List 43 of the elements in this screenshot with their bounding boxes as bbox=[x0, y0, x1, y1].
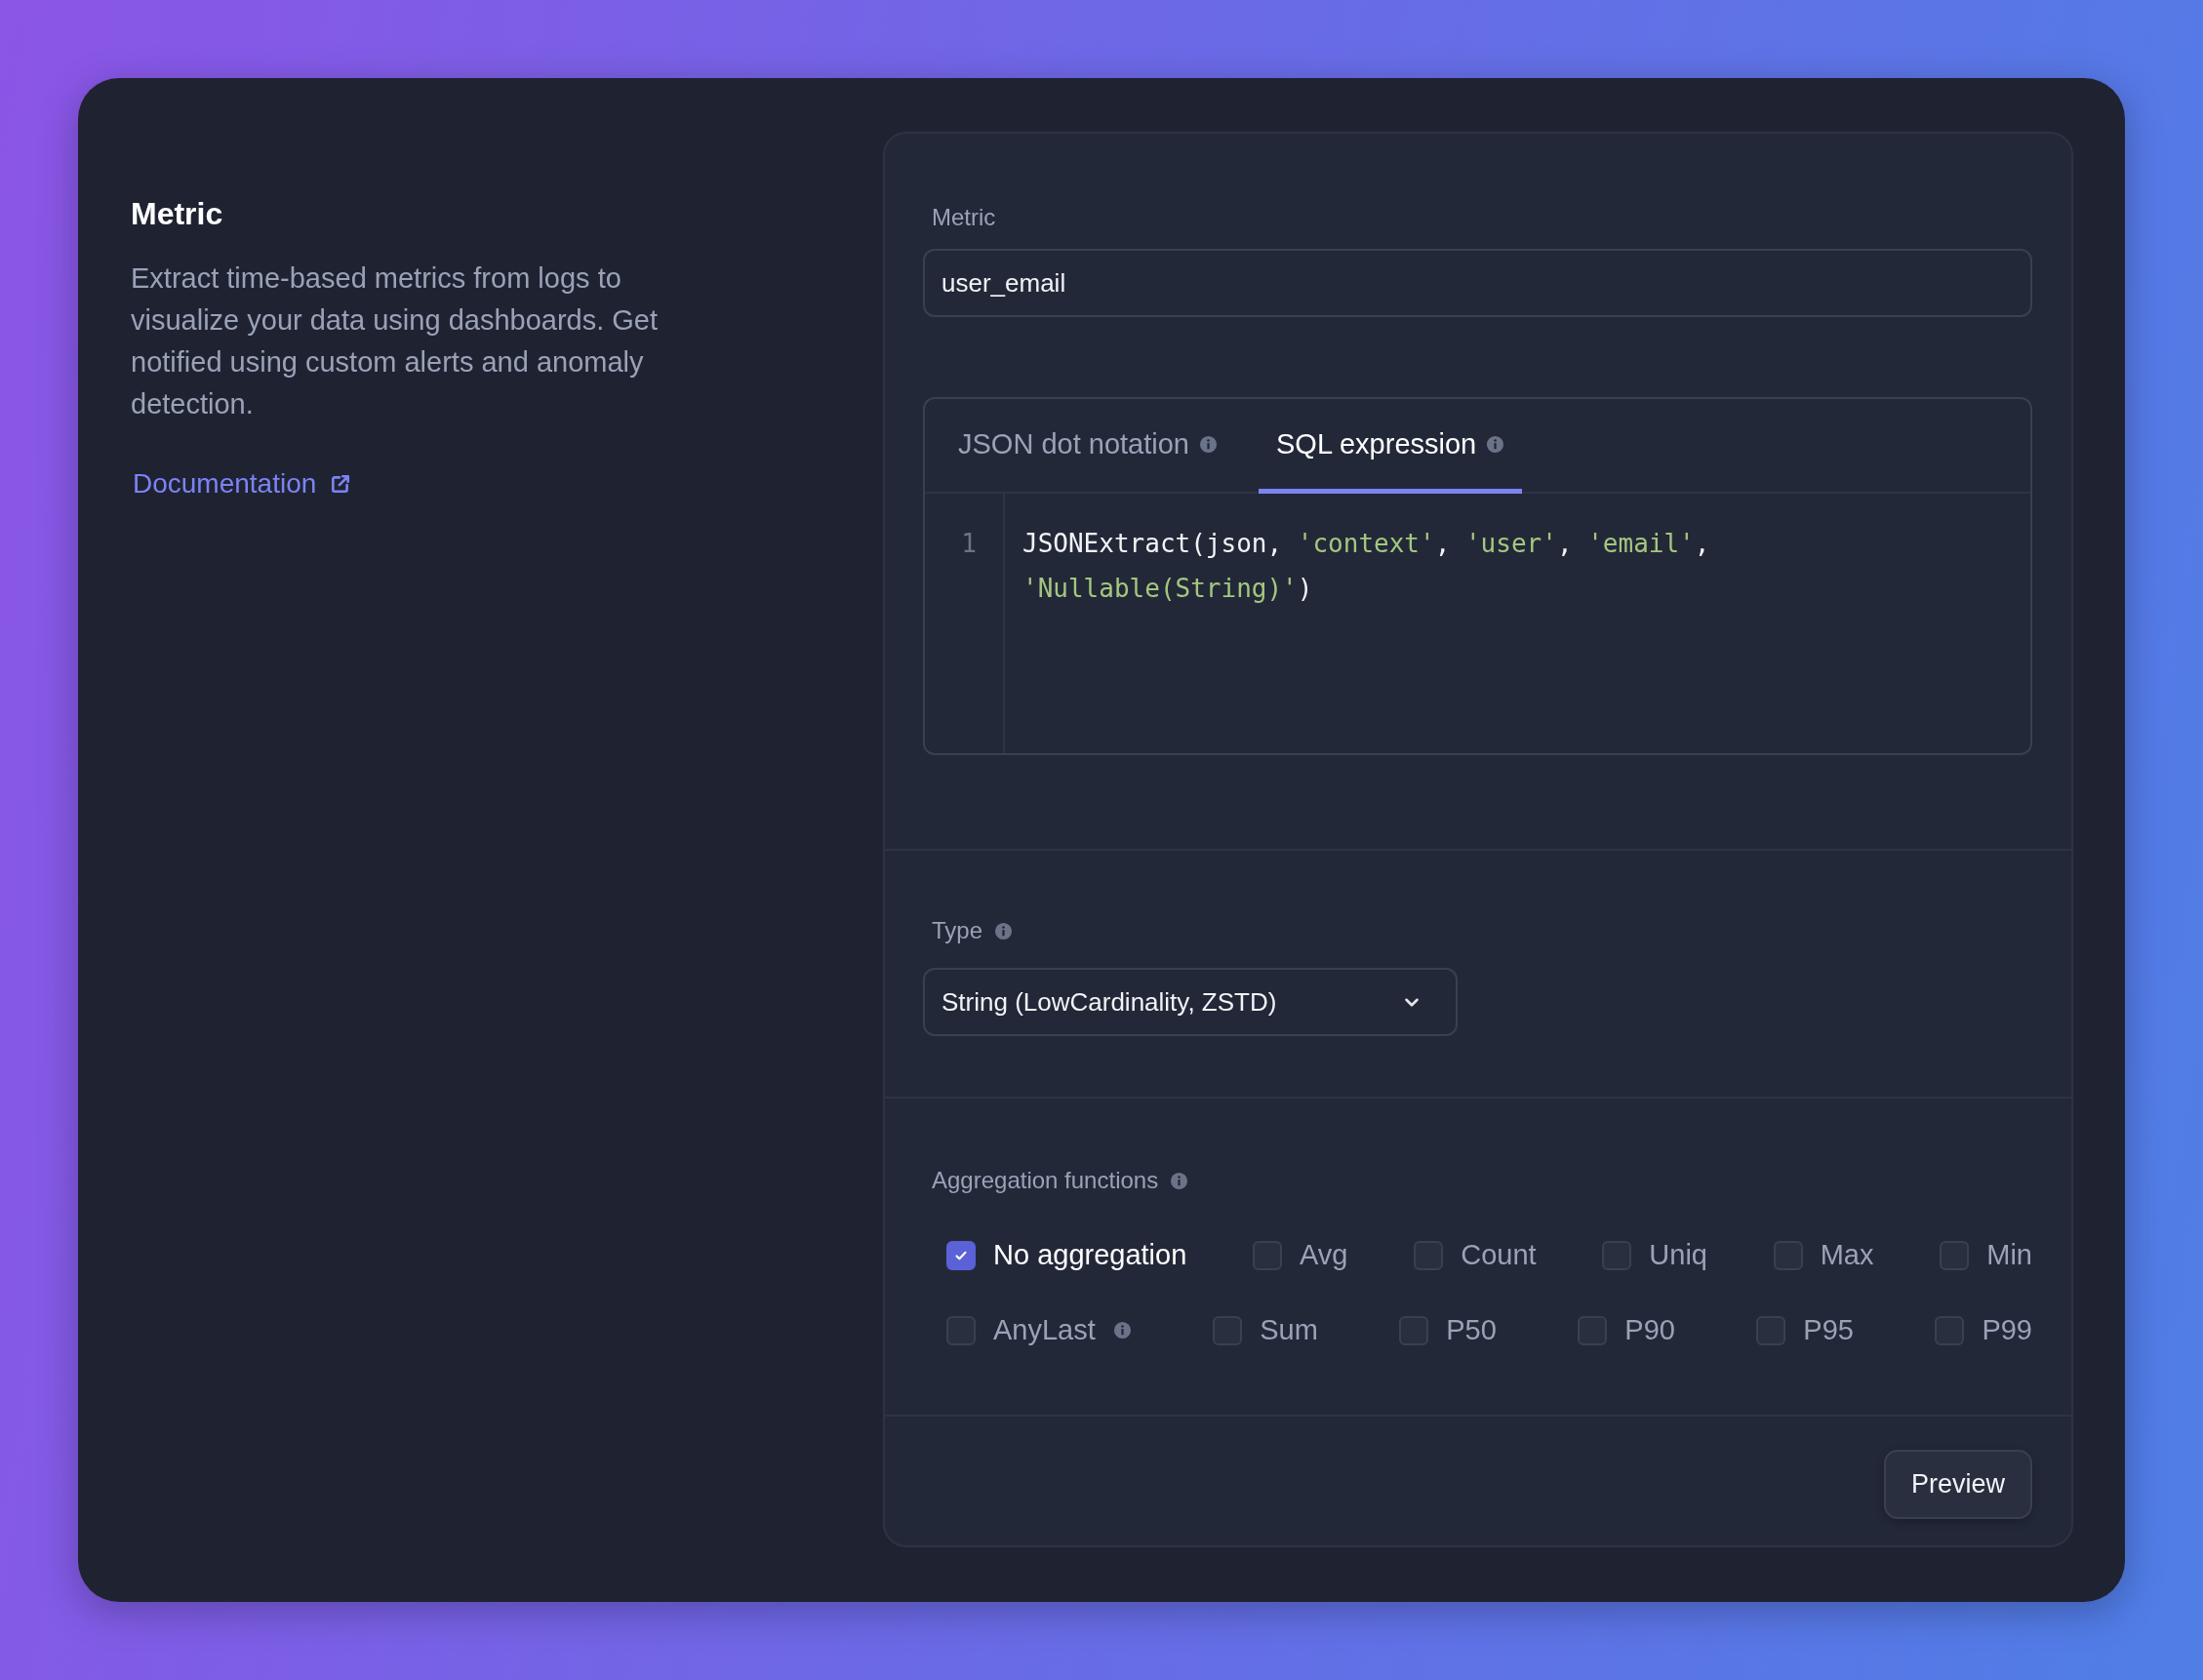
checkbox-label[interactable]: No aggregation bbox=[993, 1239, 1187, 1271]
info-icon bbox=[1170, 1171, 1189, 1190]
info-icon bbox=[1199, 434, 1218, 454]
external-link-icon bbox=[330, 473, 352, 495]
checkbox[interactable] bbox=[1773, 1240, 1803, 1270]
checkbox[interactable] bbox=[1935, 1315, 1965, 1345]
checkbox[interactable] bbox=[1940, 1240, 1970, 1270]
checkbox-label[interactable]: Min bbox=[1986, 1239, 2032, 1271]
checkbox-label[interactable]: P99 bbox=[1982, 1314, 2032, 1346]
code-line: JSONExtract(json, 'context', 'user', 'email', 'Nullable(String)') bbox=[1022, 528, 1711, 605]
checkbox-label[interactable]: P50 bbox=[1446, 1314, 1497, 1346]
info-icon bbox=[1486, 434, 1505, 454]
field-label: Type bbox=[932, 917, 983, 944]
checkbox-label[interactable]: P90 bbox=[1624, 1314, 1675, 1346]
checkbox-label[interactable]: AnyLast bbox=[993, 1314, 1096, 1346]
checkbox-label[interactable]: Count bbox=[1461, 1239, 1537, 1271]
checkbox-label[interactable]: P95 bbox=[1803, 1314, 1854, 1346]
checkbox[interactable] bbox=[1578, 1315, 1608, 1345]
preview-button[interactable]: Preview bbox=[1883, 1450, 2032, 1519]
field-label: Metric bbox=[932, 204, 997, 231]
checkbox[interactable] bbox=[946, 1240, 976, 1270]
section-description: Extract time-based metrics from logs to visualize your data using dashboards. Get notified using custom alerts and anomaly detection. bbox=[131, 261, 660, 421]
editor-tab[interactable]: JSON dot notation bbox=[941, 399, 1235, 494]
metric-input[interactable]: user_email bbox=[923, 249, 2032, 317]
checkbox-label[interactable]: Uniq bbox=[1649, 1239, 1707, 1271]
checkbox-label[interactable]: Sum bbox=[1260, 1314, 1318, 1346]
info-icon bbox=[1112, 1321, 1132, 1340]
line-number: 1 bbox=[960, 528, 978, 560]
checkbox-label[interactable]: Max bbox=[1820, 1239, 1874, 1271]
editor-tab[interactable]: SQL expression bbox=[1259, 399, 1523, 494]
checkbox[interactable] bbox=[1414, 1240, 1444, 1270]
checkbox[interactable] bbox=[1602, 1240, 1632, 1270]
checkbox-label[interactable]: Avg bbox=[1300, 1239, 1348, 1271]
checkbox[interactable] bbox=[946, 1315, 976, 1345]
documentation-link[interactable]: Documentation bbox=[133, 468, 352, 500]
checkbox[interactable] bbox=[1756, 1315, 1786, 1345]
checkbox[interactable] bbox=[1213, 1315, 1243, 1345]
checkbox[interactable] bbox=[1399, 1315, 1429, 1345]
field-label: Aggregation functions bbox=[932, 1167, 1159, 1194]
checkbox[interactable] bbox=[1253, 1240, 1283, 1270]
section-title: Metric bbox=[131, 196, 224, 232]
info-icon bbox=[994, 921, 1014, 940]
type-select[interactable]: String (LowCardinality, ZSTD) bbox=[923, 968, 1458, 1036]
